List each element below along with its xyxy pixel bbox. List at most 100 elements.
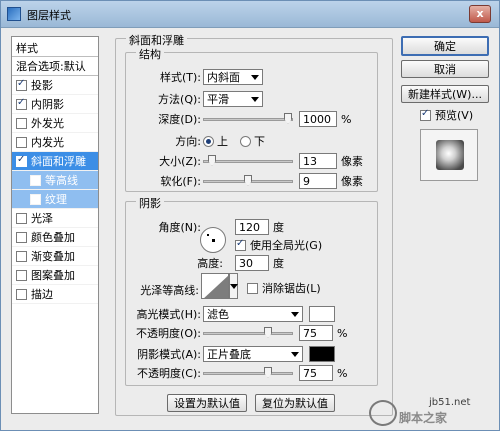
depth-slider[interactable] xyxy=(203,112,293,124)
style-item-4[interactable]: 斜面和浮雕 xyxy=(12,152,98,171)
style-item-checkbox[interactable] xyxy=(16,97,27,110)
reset-default-button[interactable]: 复位为默认值 xyxy=(255,394,335,412)
highlight-mode-label: 高光模式(H): xyxy=(136,308,201,321)
style-item-checkbox[interactable] xyxy=(16,212,27,224)
blending-options-item[interactable]: 混合选项:默认 xyxy=(12,57,98,76)
style-item-checkbox[interactable] xyxy=(16,231,27,243)
style-item-label: 投影 xyxy=(31,79,53,92)
soften-slider-thumb[interactable] xyxy=(244,174,252,186)
shadow-mode-value: 正片叠底 xyxy=(207,348,251,361)
angle-input[interactable]: 120 xyxy=(235,219,269,235)
size-input[interactable]: 13 xyxy=(299,153,337,169)
direction-up-radio[interactable] xyxy=(203,135,214,147)
shadow-opacity-slider[interactable] xyxy=(203,366,293,378)
shadow-mode-label: 阴影模式(A): xyxy=(137,348,201,361)
size-label: 大小(Z): xyxy=(159,155,201,168)
highlight-opacity-slider[interactable] xyxy=(203,326,293,338)
style-item-checkbox[interactable] xyxy=(30,193,41,205)
style-item-2[interactable]: 外发光 xyxy=(12,114,98,133)
global-light-checkbox[interactable] xyxy=(235,238,246,251)
style-item-10[interactable]: 图案叠加 xyxy=(12,266,98,285)
style-item-checkbox[interactable] xyxy=(16,136,27,148)
shadow-mode-dropdown[interactable]: 正片叠底 xyxy=(203,346,303,362)
style-item-label: 内阴影 xyxy=(31,98,64,111)
technique-value: 平滑 xyxy=(207,93,229,106)
new-style-button[interactable]: 新建样式(W)... xyxy=(401,85,489,103)
angle-label: 角度(N): xyxy=(158,221,201,234)
anti-aliased-checkbox[interactable] xyxy=(247,282,258,294)
style-item-11[interactable]: 描边 xyxy=(12,285,98,304)
style-item-checkbox[interactable] xyxy=(16,117,27,129)
angle-dial[interactable] xyxy=(200,227,226,253)
altitude-input[interactable]: 30 xyxy=(235,255,269,271)
style-item-6[interactable]: 纹理 xyxy=(12,190,98,209)
gloss-contour-dropdown[interactable] xyxy=(229,273,238,299)
style-item-0[interactable]: 投影 xyxy=(12,76,98,95)
gloss-contour-label: 光泽等高线: xyxy=(140,284,199,297)
watermark-logo-icon xyxy=(369,400,397,426)
styles-header[interactable]: 样式 xyxy=(12,37,98,57)
close-button[interactable]: x xyxy=(469,5,491,23)
style-item-label: 外发光 xyxy=(31,117,64,130)
depth-input[interactable]: 1000 xyxy=(299,111,337,127)
style-item-checkbox[interactable] xyxy=(30,174,41,186)
shading-title: 阴影 xyxy=(136,195,164,211)
style-item-3[interactable]: 内发光 xyxy=(12,133,98,152)
style-item-8[interactable]: 颜色叠加 xyxy=(12,228,98,247)
style-item-5[interactable]: 等高线 xyxy=(12,171,98,190)
window-title: 图层样式 xyxy=(27,9,71,22)
soften-slider[interactable] xyxy=(203,174,293,186)
direction-up-label: 上 xyxy=(217,135,228,148)
style-item-7[interactable]: 光泽 xyxy=(12,209,98,228)
direction-down-label: 下 xyxy=(254,135,265,148)
size-slider-thumb[interactable] xyxy=(208,154,216,166)
ok-button[interactable]: 确定 xyxy=(401,36,489,56)
highlight-opacity-slider-thumb[interactable] xyxy=(264,326,272,338)
highlight-mode-dropdown[interactable]: 滤色 xyxy=(203,306,303,322)
depth-slider-thumb[interactable] xyxy=(284,112,292,124)
chevron-down-icon xyxy=(291,311,299,317)
preview-swatch-image xyxy=(436,140,464,170)
highlight-opacity-input[interactable]: 75 xyxy=(299,325,333,341)
blending-options-label: 混合选项:默认 xyxy=(16,60,86,73)
highlight-opacity-unit: % xyxy=(337,326,348,340)
layer-style-dialog: 图层样式 x 样式 混合选项:默认 投影内阴影外发光内发光斜面和浮雕等高线纹理光… xyxy=(0,0,500,431)
size-slider[interactable] xyxy=(203,154,293,166)
gloss-contour-picker[interactable] xyxy=(201,273,229,299)
soften-label: 软化(F): xyxy=(160,175,201,188)
soften-input[interactable]: 9 xyxy=(299,173,337,189)
photoshop-icon xyxy=(7,7,21,21)
preview-checkbox[interactable] xyxy=(420,108,431,121)
technique-label: 方法(Q): xyxy=(158,93,201,106)
cancel-button[interactable]: 取消 xyxy=(401,60,489,78)
global-light-label: 使用全局光(G) xyxy=(250,239,323,252)
style-item-label: 图案叠加 xyxy=(31,269,75,282)
style-label: 样式(T): xyxy=(159,71,201,84)
highlight-mode-value: 滤色 xyxy=(207,308,229,321)
direction-down-radio[interactable] xyxy=(240,135,251,147)
style-preview-thumbnail xyxy=(420,129,478,181)
make-default-button[interactable]: 设置为默认值 xyxy=(167,394,247,412)
technique-dropdown[interactable]: 平滑 xyxy=(203,91,263,107)
shadow-color-swatch[interactable] xyxy=(309,346,335,362)
style-dropdown[interactable]: 内斜面 xyxy=(203,69,263,85)
soften-unit: 像素 xyxy=(341,175,363,188)
depth-label: 深度(D): xyxy=(158,113,201,126)
style-item-checkbox[interactable] xyxy=(16,288,27,300)
shadow-opacity-slider-thumb[interactable] xyxy=(264,366,272,378)
style-item-9[interactable]: 渐变叠加 xyxy=(12,247,98,266)
shadow-opacity-input[interactable]: 75 xyxy=(299,365,333,381)
highlight-opacity-label: 不透明度(O): xyxy=(136,327,201,340)
preview-label: 预览(V) xyxy=(435,109,474,122)
style-item-label: 内发光 xyxy=(31,136,64,149)
style-item-checkbox[interactable] xyxy=(16,269,27,281)
style-item-checkbox[interactable] xyxy=(16,250,27,262)
style-item-checkbox[interactable] xyxy=(16,154,27,167)
angle-dial-indicator-icon xyxy=(207,234,209,236)
chevron-down-icon xyxy=(291,351,299,357)
highlight-color-swatch[interactable] xyxy=(309,306,335,322)
style-item-1[interactable]: 内阴影 xyxy=(12,95,98,114)
shadow-opacity-label: 不透明度(C): xyxy=(137,367,201,380)
watermark-name: 脚本之家 xyxy=(399,411,448,425)
style-item-checkbox[interactable] xyxy=(16,78,27,91)
